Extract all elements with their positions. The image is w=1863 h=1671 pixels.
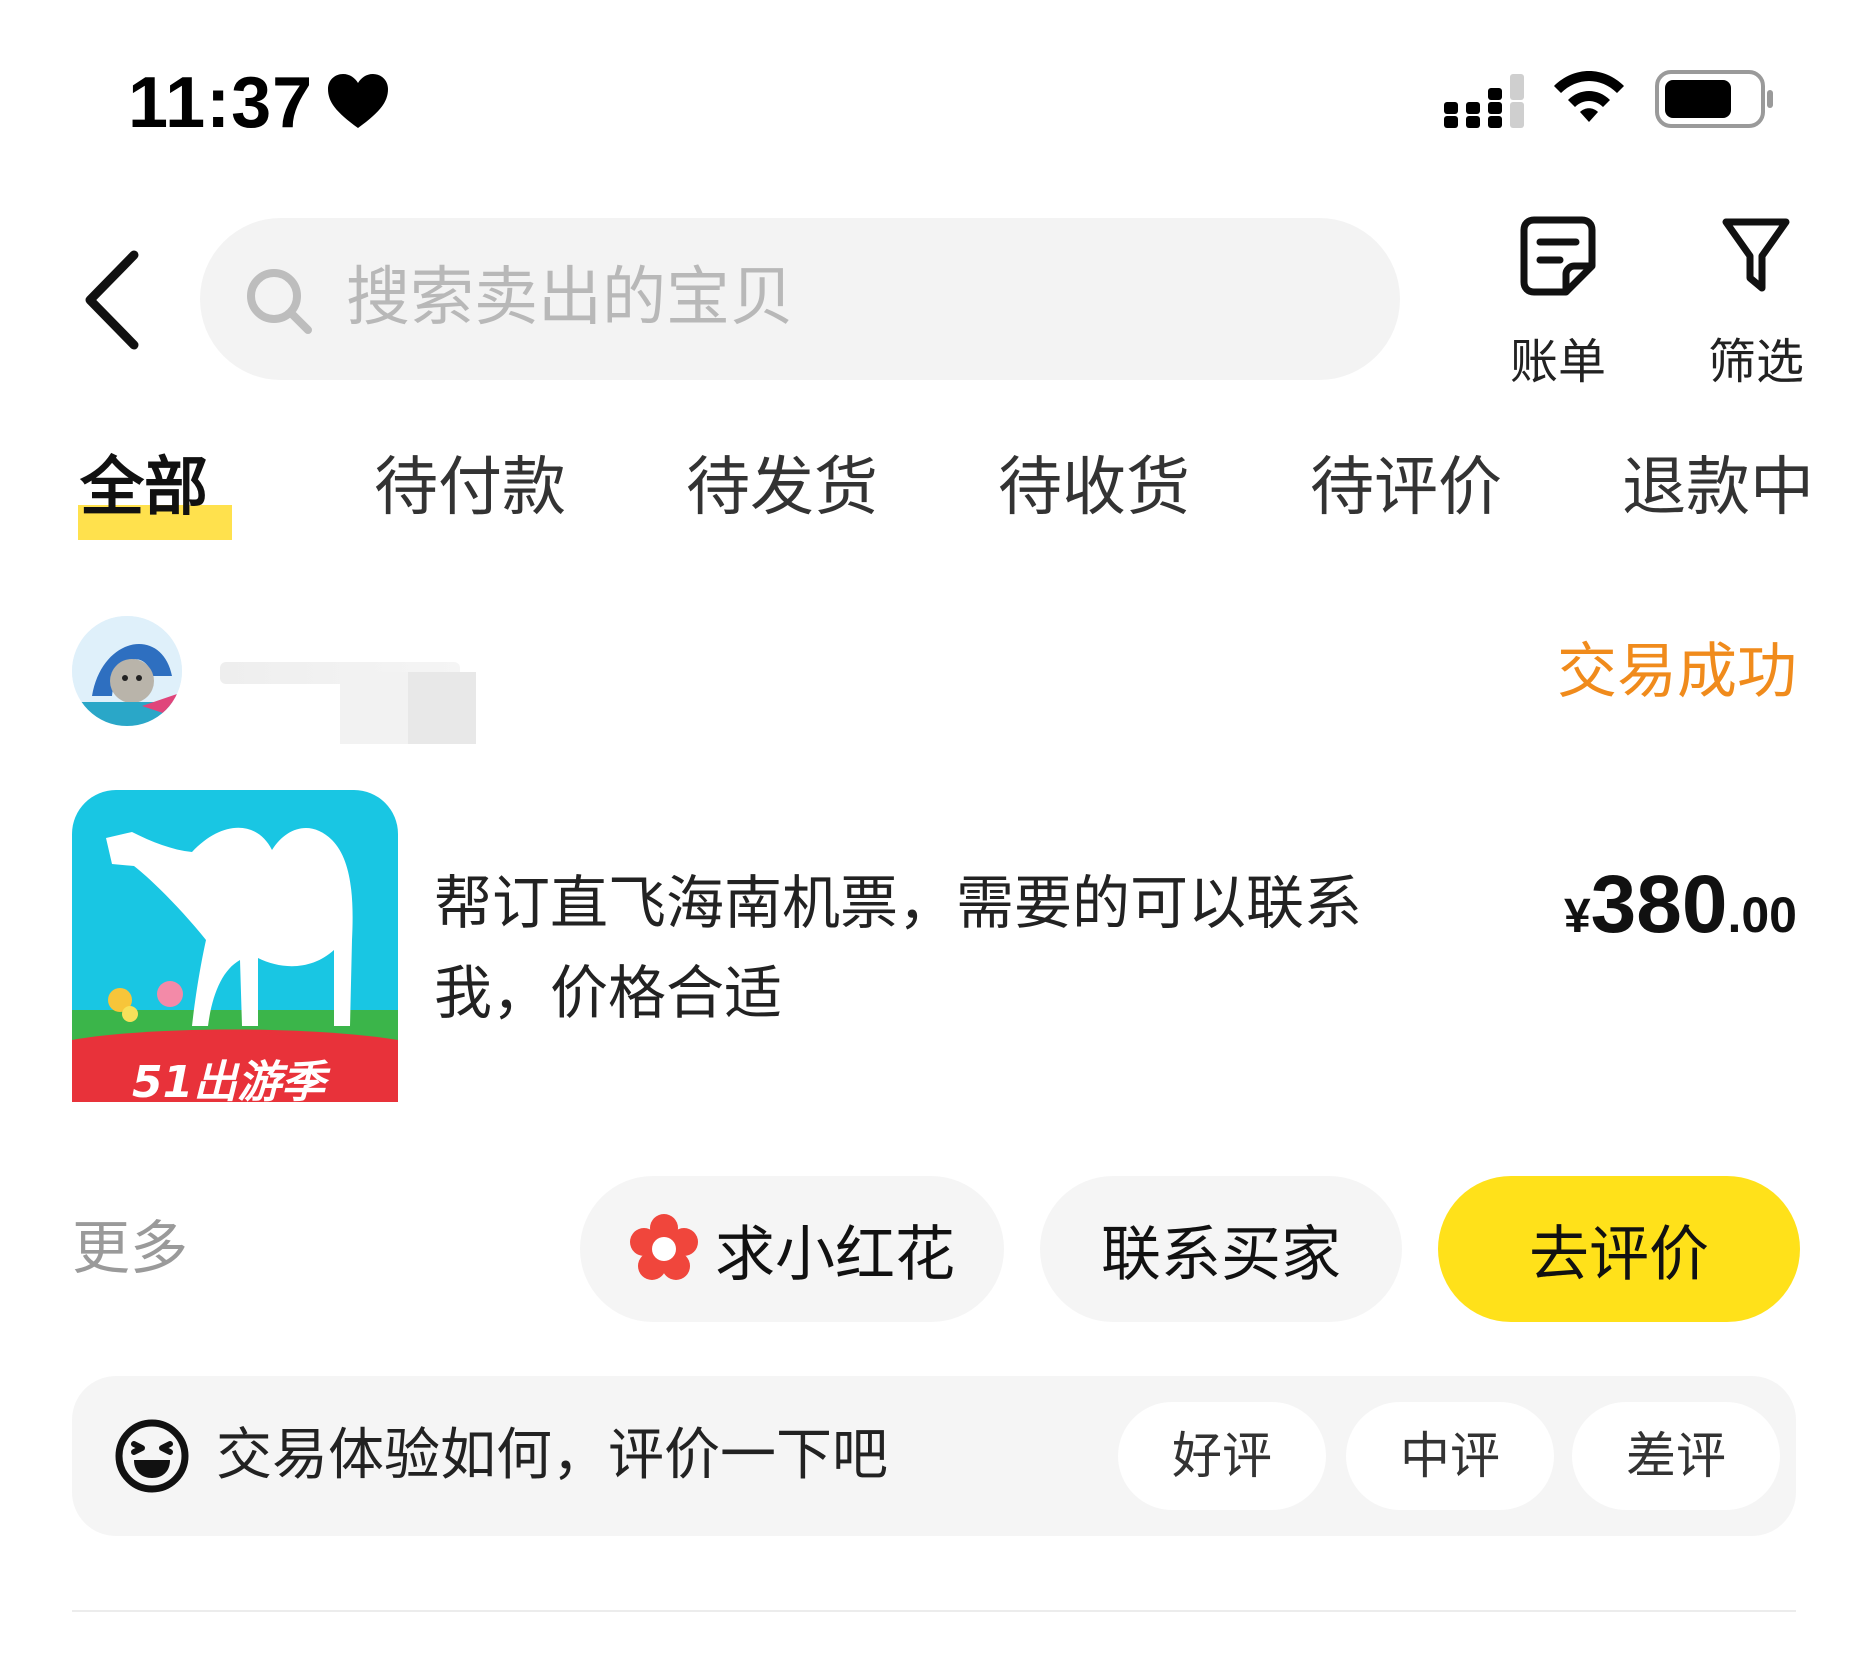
flower-icon [630, 1214, 698, 1280]
more-button[interactable]: 更多 [72, 1208, 188, 1288]
price-decimal: .00 [1727, 887, 1797, 943]
contact-buyer-label: 联系买家 [1101, 1219, 1341, 1290]
status-time: 11:37 [128, 63, 314, 143]
status-bar: 11:37 [0, 0, 1863, 170]
search-icon [247, 269, 312, 334]
seller-avatar-image [72, 616, 182, 726]
search-placeholder: 搜索卖出的宝贝 [346, 261, 794, 335]
heart-icon [328, 74, 388, 128]
review-prompt-text: 交易体验如何，评价一下吧 [216, 1423, 888, 1488]
good-review-button[interactable]: 好评 [1118, 1402, 1326, 1510]
avatar[interactable] [72, 616, 182, 726]
price-currency: ¥ [1563, 890, 1591, 943]
tab-pending-receipt[interactable]: 待收货 [998, 448, 1190, 528]
contact-buyer-button[interactable]: 联系买家 [1040, 1176, 1402, 1322]
search-input[interactable]: 搜索卖出的宝贝 [200, 218, 1400, 380]
tab-pending-payment[interactable]: 待付款 [374, 448, 566, 528]
ask-flower-button[interactable]: 求小红花 [580, 1176, 1004, 1322]
bill-button[interactable]: 账单 [1488, 216, 1628, 390]
tab-all[interactable]: 全部 [80, 448, 208, 528]
order-status: 交易成功 [1557, 637, 1797, 707]
ask-flower-label: 求小红花 [715, 1219, 955, 1290]
seller-name-redacted-block [340, 672, 476, 744]
bill-label: 账单 [1509, 334, 1606, 390]
filter-icon [1722, 218, 1790, 292]
bad-review-button[interactable]: 差评 [1572, 1402, 1780, 1510]
tab-pending-shipment[interactable]: 待发货 [686, 448, 878, 528]
divider [72, 1610, 1796, 1612]
filter-label: 筛选 [1707, 334, 1804, 390]
price-integer: 380 [1590, 859, 1728, 950]
review-prompt-box: 交易体验如何，评价一下吧 好评 中评 差评 [72, 1376, 1796, 1536]
go-review-label: 去评价 [1529, 1219, 1709, 1290]
filter-button[interactable]: 筛选 [1686, 216, 1826, 390]
neutral-review-button[interactable]: 中评 [1346, 1402, 1554, 1510]
tab-refunding[interactable]: 退款中 [1622, 448, 1814, 528]
bill-icon [1520, 216, 1596, 296]
go-review-button[interactable]: 去评价 [1438, 1176, 1800, 1322]
tab-pending-review[interactable]: 待评价 [1310, 448, 1502, 528]
back-button[interactable] [72, 245, 152, 355]
product-image[interactable]: 51出游季 [72, 790, 398, 1102]
product-price: ¥380.00 [1564, 858, 1797, 952]
laughing-face-icon [115, 1419, 189, 1493]
battery-icon [1655, 70, 1773, 128]
product-image-caption: 51出游季 [132, 1057, 326, 1102]
signal-icon [1444, 74, 1524, 128]
product-title[interactable]: 帮订直飞海南机票，需要的可以联系我，价格合适 [434, 858, 1474, 1038]
wifi-icon [1554, 71, 1624, 122]
